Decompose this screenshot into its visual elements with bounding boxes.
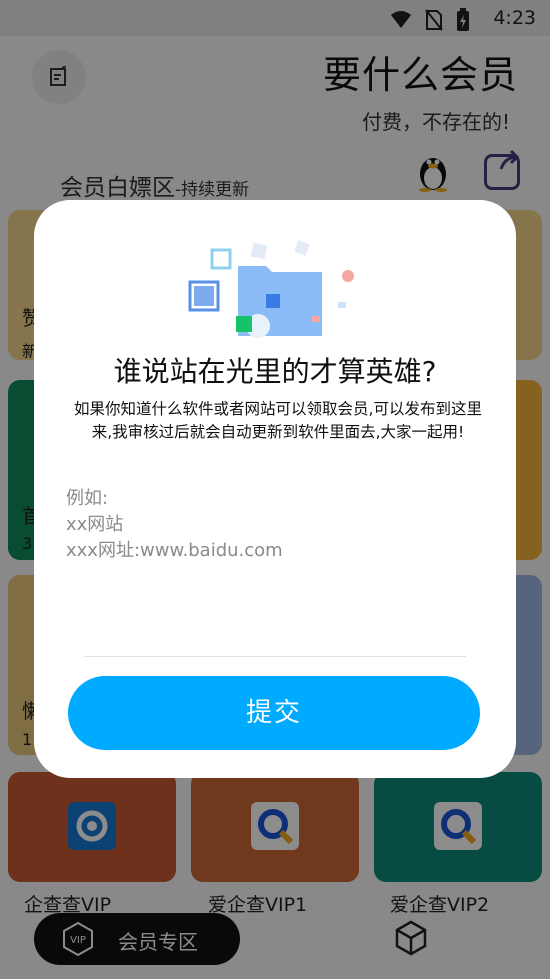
dialog-title: 谁说站在光里的才算英雄? (113, 355, 437, 388)
folder-illustration-icon (188, 240, 354, 338)
dialog-description: 如果你知道什么软件或者网站可以领取会员,可以发布到这里来,我审核过后就会自动更新… (74, 400, 482, 441)
submit-dialog: 谁说站在光里的才算英雄? 如果你知道什么软件或者网站可以领取会员,可以发布到这里… (34, 200, 516, 778)
input-underline (84, 656, 466, 657)
submit-button[interactable]: 提交 (68, 676, 480, 750)
submission-textarea[interactable]: 例如: xx网站 xxx网址:www.baidu.com (66, 486, 466, 656)
